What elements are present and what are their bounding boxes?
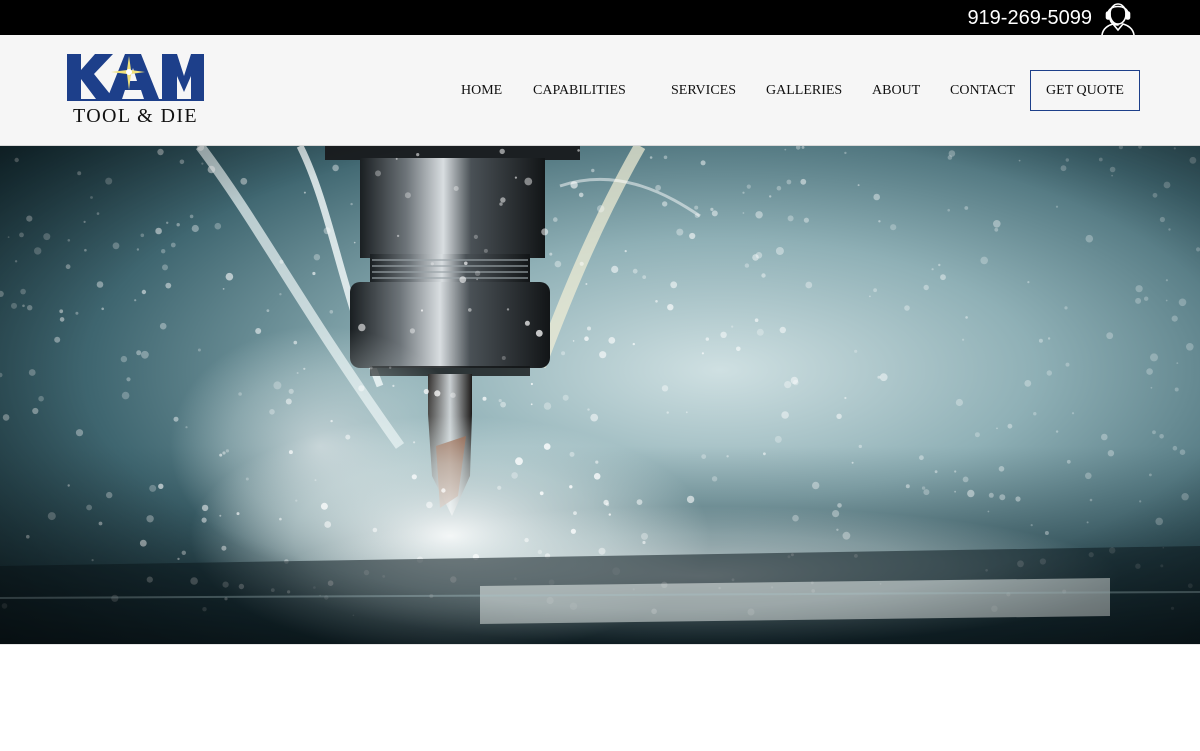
hero-banner — [0, 146, 1200, 644]
nav-contact[interactable]: CONTACT — [950, 82, 1015, 100]
content-area — [0, 644, 1200, 751]
nav-about[interactable]: ABOUT — [872, 82, 920, 100]
get-quote-button[interactable]: GET QUOTE — [1030, 70, 1140, 111]
nav-capabilities[interactable]: CAPABILITIES — [533, 82, 626, 100]
phone-number-link[interactable]: 919-269-5099 — [967, 6, 1092, 30]
headset-icon — [1101, 3, 1135, 35]
nav-home[interactable]: HOME — [461, 82, 502, 100]
nav-galleries[interactable]: GALLERIES — [766, 82, 842, 100]
site-header: TOOL & DIE HOME CAPABILITIES SERVICES GA… — [0, 35, 1200, 146]
main-navigation: HOME CAPABILITIES SERVICES GALLERIES ABO… — [0, 35, 1200, 145]
cnc-milling-photo — [0, 146, 1200, 644]
top-bar: 919-269-5099 — [0, 0, 1200, 35]
nav-services[interactable]: SERVICES — [671, 82, 736, 100]
